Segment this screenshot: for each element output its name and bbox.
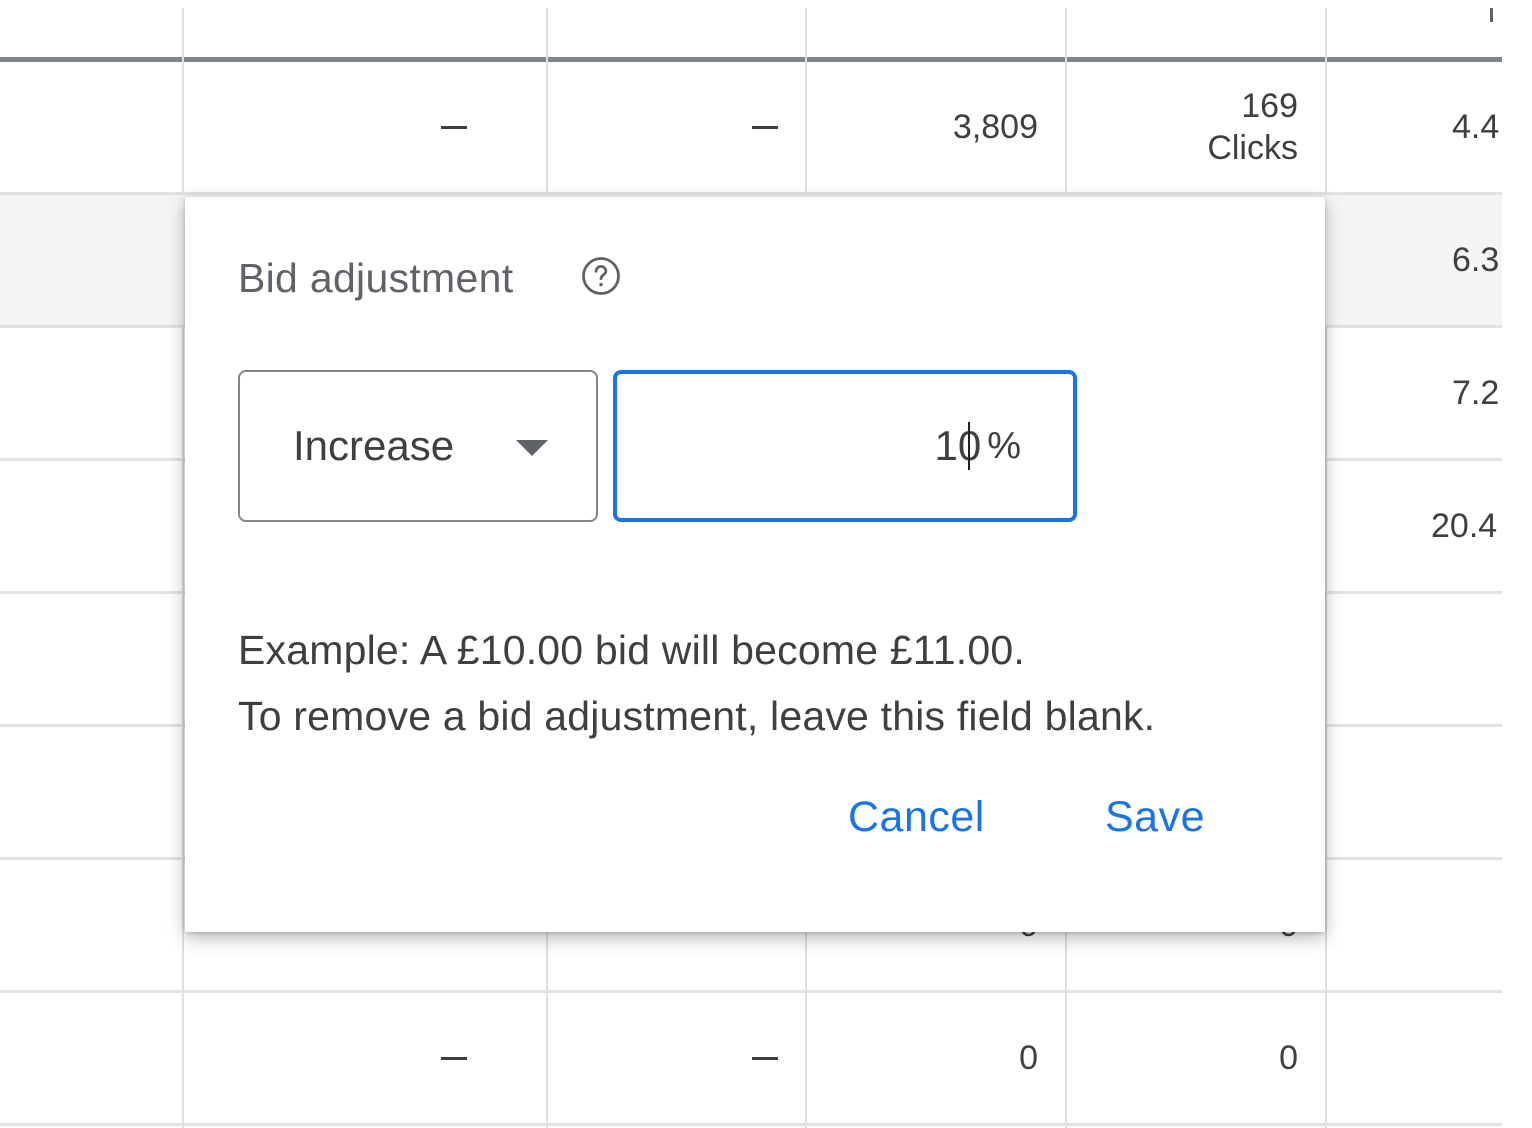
cell-col1 bbox=[185, 993, 547, 1123]
cancel-button[interactable]: Cancel bbox=[848, 793, 985, 842]
cell-col5 bbox=[1328, 727, 1532, 857]
help-circle-icon[interactable] bbox=[580, 255, 622, 297]
remove-hint-text: To remove a bid adjustment, leave this f… bbox=[238, 693, 1156, 739]
cell-col5-value: 6.3 bbox=[1452, 240, 1500, 279]
dropdown-arrow-icon bbox=[516, 440, 548, 456]
table-row[interactable]: 3,809 169 Clicks 4.4 bbox=[0, 62, 1502, 195]
header-sort-indicator bbox=[1490, 8, 1493, 22]
empty-value-dash bbox=[441, 1056, 467, 1060]
adjustment-direction-select[interactable]: Increase bbox=[238, 370, 598, 522]
cell-col5-value: 7.2 bbox=[1452, 373, 1500, 412]
empty-value-dash bbox=[752, 125, 778, 129]
cell-col5-value: 20.4 bbox=[1431, 506, 1498, 545]
example-text: Example: A £10.00 bid will become £11.00… bbox=[238, 627, 1025, 673]
empty-value-dash bbox=[752, 1056, 778, 1060]
input-value: 10 bbox=[934, 422, 982, 469]
empty-value-dash bbox=[441, 125, 467, 129]
cell-col3-value: 3,809 bbox=[952, 107, 1038, 146]
table-row[interactable]: 00 bbox=[0, 993, 1502, 1126]
cell-col1 bbox=[185, 62, 547, 192]
percent-suffix: % bbox=[987, 424, 1021, 467]
cell-col5 bbox=[1328, 993, 1532, 1123]
cell-col5: 6.3 bbox=[1328, 195, 1532, 325]
cell-col3: 3,809 bbox=[808, 62, 1066, 192]
cell-col5: 20.4 bbox=[1328, 461, 1532, 591]
text-cursor bbox=[968, 422, 971, 470]
cell-col4-value: 0 bbox=[1279, 1038, 1298, 1077]
cell-col5 bbox=[1328, 594, 1532, 724]
cell-col5: 4.4 bbox=[1328, 62, 1532, 192]
cell-col5 bbox=[1328, 860, 1532, 990]
cell-col2 bbox=[549, 993, 806, 1123]
bid-percent-input[interactable]: 10 % bbox=[613, 370, 1077, 522]
cell-col5: 7.2 bbox=[1328, 328, 1532, 458]
cell-col2 bbox=[549, 62, 806, 192]
dialog-title: Bid adjustment bbox=[238, 255, 514, 301]
select-value: Increase bbox=[293, 422, 455, 469]
cell-col3-value: 0 bbox=[1019, 1038, 1038, 1077]
cell-col4: 169 Clicks bbox=[1068, 62, 1326, 192]
cell-col4-unit: Clicks bbox=[1207, 129, 1298, 167]
cell-col4-value: 169 bbox=[1241, 86, 1298, 125]
cell-col3: 0 bbox=[808, 993, 1066, 1123]
cell-col5-value: 4.4 bbox=[1452, 107, 1500, 146]
save-button[interactable]: Save bbox=[1105, 793, 1205, 842]
cell-col4: 0 bbox=[1068, 993, 1326, 1123]
dialog-hint: Example: A £10.00 bid will become £11.00… bbox=[238, 617, 1155, 749]
bid-adjustment-dialog: Bid adjustment Increase 10 % Example: A … bbox=[185, 197, 1325, 932]
